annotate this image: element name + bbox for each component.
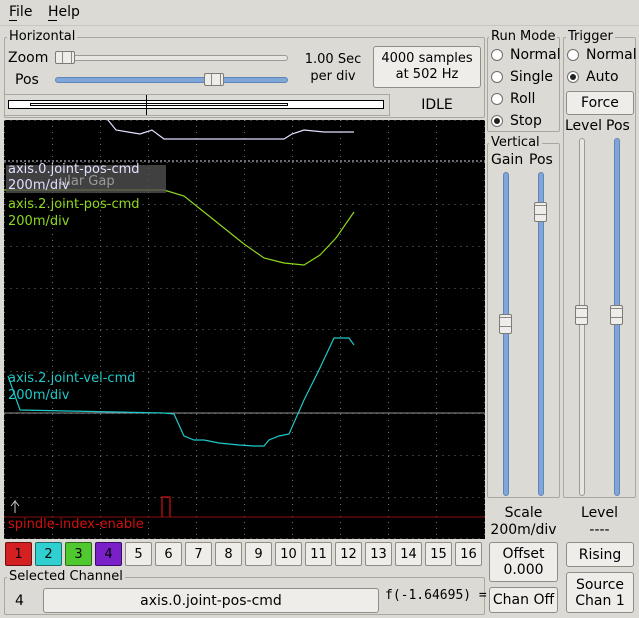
run-mode-normal[interactable]: Normal xyxy=(491,47,561,63)
trigger-title: Trigger xyxy=(566,29,615,44)
radio-icon xyxy=(491,71,503,83)
ch3-scale-label: 200m/div xyxy=(8,388,70,403)
channel-button-5[interactable]: 5 xyxy=(125,542,152,566)
channel-button-15[interactable]: 15 xyxy=(425,542,452,566)
channel-button-4[interactable]: 4 xyxy=(95,542,122,566)
channel-button-16[interactable]: 16 xyxy=(455,542,482,566)
run-mode-roll-label: Roll xyxy=(510,91,536,107)
channel-button-1[interactable]: 1 xyxy=(5,542,32,566)
trigger-level-label: Level xyxy=(565,118,602,134)
trace-spindle-index-enable xyxy=(161,496,171,517)
channel-button-10[interactable]: 10 xyxy=(275,542,302,566)
record-visible-range xyxy=(30,103,288,106)
menu-file[interactable]: File xyxy=(9,4,32,20)
zoom-value-text: 1.00 Sec per div xyxy=(304,52,362,84)
pos-slider-track[interactable] xyxy=(55,77,288,83)
channel-button-6[interactable]: 6 xyxy=(155,542,182,566)
ch3-name-label: axis.2.joint-vel-cmd xyxy=(8,371,136,386)
selected-channel-value: f(-1.64695) = xyxy=(385,588,487,603)
radio-selected-icon xyxy=(491,115,503,127)
selected-channel-title: Selected Channel xyxy=(7,569,125,584)
ch2-name-label: axis.2.joint-pos-cmd xyxy=(8,197,140,212)
trace-axis0-joint-pos-cmd xyxy=(107,120,354,140)
selected-channel-name-button[interactable]: axis.0.joint-pos-cmd xyxy=(43,588,379,613)
run-mode-single-label: Single xyxy=(510,69,554,85)
chan-off-button[interactable]: Chan Off xyxy=(489,587,558,613)
selected-channel-number: 4 xyxy=(15,593,24,609)
pos-slider-thumb[interactable] xyxy=(204,73,224,86)
channel-button-8[interactable]: 8 xyxy=(215,542,242,566)
vertical-pos-slider-thumb[interactable] xyxy=(534,202,547,222)
trigger-pos-label: Pos xyxy=(606,118,630,134)
trigger-arrow xyxy=(10,499,20,513)
acquire-state: IDLE xyxy=(421,97,453,113)
help-mnemonic-underline xyxy=(48,20,57,21)
trigger-normal-label: Normal xyxy=(586,47,637,63)
scale-title: Scale xyxy=(504,505,543,521)
gain-slider-track[interactable] xyxy=(503,172,509,496)
channel-button-2[interactable]: 2 xyxy=(35,542,62,566)
file-mnemonic-underline xyxy=(9,20,17,21)
radio-selected-icon xyxy=(567,71,579,83)
pos-label: Pos xyxy=(15,72,39,88)
ch1-scale-label: 200m/div xyxy=(8,178,70,193)
ch1-name-label: axis.0.joint-pos-cmd xyxy=(8,162,140,177)
menu-bar: File Help xyxy=(0,0,639,26)
gain-slider-thumb[interactable] xyxy=(499,314,512,334)
vertical-title: Vertical xyxy=(489,135,542,150)
run-mode-single[interactable]: Single xyxy=(491,69,553,85)
trigger-auto[interactable]: Auto xyxy=(567,69,619,85)
offset-button[interactable]: Offset 0.000 xyxy=(489,542,558,582)
trigger-level-slider-thumb[interactable] xyxy=(575,305,588,325)
channel-button-7[interactable]: 7 xyxy=(185,542,212,566)
samples-button[interactable]: 4000 samples at 502 Hz xyxy=(373,46,481,88)
scale-value: 200m/div xyxy=(490,522,557,538)
trigger-normal[interactable]: Normal xyxy=(567,47,637,63)
scope-display[interactable]: ular Gap axis.0.joint-pos-cmd 200m/div a… xyxy=(4,120,485,539)
radio-icon xyxy=(567,49,579,61)
channel-button-3[interactable]: 3 xyxy=(65,542,92,566)
rising-button[interactable]: Rising xyxy=(566,542,634,567)
horizontal-title: Horizontal xyxy=(7,29,78,44)
force-button[interactable]: Force xyxy=(566,91,634,115)
channel-button-13[interactable]: 13 xyxy=(365,542,392,566)
vertical-pos-label: Pos xyxy=(529,152,553,168)
zoom-slider-track[interactable] xyxy=(55,55,288,61)
channel-button-14[interactable]: 14 xyxy=(395,542,422,566)
trigger-level-title: Level xyxy=(581,505,618,521)
run-mode-roll[interactable]: Roll xyxy=(491,91,535,107)
gain-label: Gain xyxy=(491,152,524,168)
run-mode-title: Run Mode xyxy=(489,29,558,44)
source-button[interactable]: Source Chan 1 xyxy=(566,572,634,613)
run-mode-stop-label: Stop xyxy=(510,113,542,129)
radio-icon xyxy=(491,49,503,61)
channel-button-11[interactable]: 11 xyxy=(305,542,332,566)
zoom-label: Zoom xyxy=(8,50,49,66)
trigger-auto-label: Auto xyxy=(586,69,619,85)
run-mode-stop[interactable]: Stop xyxy=(491,113,542,129)
ch4-name-label: spindle-index-enable xyxy=(8,517,144,532)
menu-help[interactable]: Help xyxy=(48,4,80,20)
trigger-level-value: ---- xyxy=(589,522,610,538)
run-mode-normal-label: Normal xyxy=(510,47,561,63)
zoom-slider-thumb[interactable] xyxy=(55,51,75,64)
vertical-frame xyxy=(487,143,560,498)
trigger-marker xyxy=(146,95,147,115)
channel-button-9[interactable]: 9 xyxy=(245,542,272,566)
radio-icon xyxy=(491,93,503,105)
ch2-scale-label: 200m/div xyxy=(8,214,70,229)
channel-button-12[interactable]: 12 xyxy=(335,542,362,566)
trigger-pos-slider-thumb[interactable] xyxy=(610,305,623,325)
